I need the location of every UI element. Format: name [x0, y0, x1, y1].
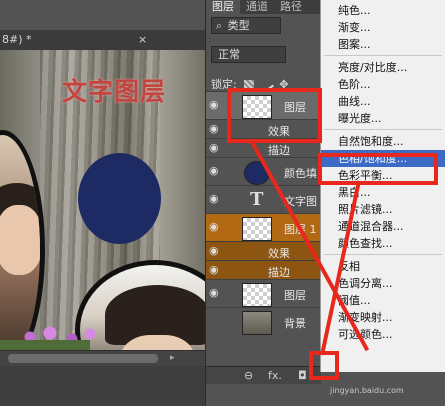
scroll-right-arrow-icon[interactable]: ▸: [170, 353, 180, 363]
menu-item[interactable]: 纯色...: [321, 2, 445, 19]
layer-row[interactable]: ◉ T 文字图: [206, 185, 321, 213]
layer-thumbnail: [242, 283, 272, 307]
blend-mode-select[interactable]: 正常: [211, 46, 286, 63]
adjustment-layer-menu: 纯色... 渐变... 图案... 亮度/对比度... 色阶... 曲线... 曝光度...…: [320, 0, 445, 372]
stroke-effect-row[interactable]: ◉ 描边: [206, 260, 321, 279]
menu-separator: [324, 55, 442, 56]
effect-name: 效果: [268, 247, 290, 260]
layer-thumbnail: [242, 217, 272, 241]
layer-filter-select[interactable]: ⌕ 类型: [211, 17, 281, 34]
grass: [0, 340, 90, 350]
layer-name: 图层: [284, 289, 306, 302]
menu-item[interactable]: 亮度/对比度...: [321, 59, 445, 76]
layers-panel: 图层 通道 路径 ⌕ 类型 正常 锁定: ✥ ◉ 图层 ◉ 效果 ◉ 描边 ◉ …: [205, 0, 321, 406]
document-tab-title: 8#) *: [2, 33, 32, 46]
effects-row[interactable]: ◉ 效果: [206, 241, 321, 260]
mask-icon[interactable]: ◘: [298, 369, 307, 382]
layers-bottom-bar: ⊖ fx. ◘: [206, 366, 321, 384]
menu-item[interactable]: 通道混合器...: [321, 218, 445, 235]
menu-item[interactable]: 颜色查找...: [321, 235, 445, 252]
annotation-box-menu-item: [318, 153, 438, 185]
panel-tabs: 图层 通道 路径: [206, 0, 320, 14]
menu-item[interactable]: 色阶...: [321, 76, 445, 93]
tab-layers[interactable]: 图层: [206, 0, 240, 14]
blue-fill-circle: [78, 153, 161, 244]
filter-label: 类型: [227, 19, 250, 32]
visibility-eye-icon[interactable]: ◉: [209, 287, 223, 299]
watermark: jingyan.baidu.com: [330, 386, 404, 395]
face: [0, 205, 40, 275]
menu-item[interactable]: 曲线...: [321, 93, 445, 110]
tab-paths[interactable]: 路径: [274, 0, 308, 14]
effect-name: 描边: [268, 266, 290, 279]
visibility-eye-icon[interactable]: ◉: [209, 99, 223, 111]
horizontal-scrollbar[interactable]: ▸: [0, 350, 205, 366]
layer-row[interactable]: ◉ 图层: [206, 279, 321, 307]
background-thumbnail: [242, 311, 272, 335]
close-icon[interactable]: ×: [138, 30, 152, 50]
visibility-eye-icon[interactable]: ◉: [209, 264, 223, 276]
scrollbar-thumb[interactable]: [8, 354, 158, 363]
visibility-eye-icon[interactable]: ◉: [209, 142, 223, 154]
menu-item[interactable]: 渐变...: [321, 19, 445, 36]
visibility-eye-icon[interactable]: ◉: [209, 245, 223, 257]
annotation-box-adjust-button: [309, 351, 339, 380]
menu-item[interactable]: 曝光度...: [321, 110, 445, 127]
canvas-text-layer: 文字图层: [62, 77, 167, 106]
visibility-eye-icon[interactable]: ◉: [209, 221, 223, 233]
fx-icon[interactable]: fx.: [268, 369, 282, 382]
status-bar: [0, 366, 205, 406]
layer-name: 颜色填: [284, 167, 317, 180]
annotation-box-layer: [227, 88, 322, 143]
layer-row[interactable]: 背景: [206, 307, 321, 335]
link-icon[interactable]: ⊖: [244, 369, 253, 382]
visibility-eye-icon[interactable]: ◉: [209, 165, 223, 177]
visibility-eye-icon[interactable]: ◉: [209, 193, 223, 205]
visibility-eye-icon[interactable]: ◉: [209, 123, 223, 135]
menu-item[interactable]: 图案...: [321, 36, 445, 53]
document-canvas[interactable]: 文字图层: [0, 50, 205, 350]
search-icon: ⌕: [216, 19, 223, 32]
blend-mode-label: 正常: [218, 48, 240, 61]
menu-item[interactable]: 照片滤镜...: [321, 201, 445, 218]
menu-separator: [324, 129, 442, 130]
menu-item[interactable]: 自然饱和度...: [321, 133, 445, 150]
tab-channels[interactable]: 通道: [240, 0, 274, 14]
effect-name: 描边: [268, 144, 290, 157]
menu-item[interactable]: 渐变映射...: [321, 309, 445, 326]
document-tab[interactable]: 8#) * ×: [0, 30, 205, 50]
left-circle-photo: [0, 130, 45, 350]
menu-item[interactable]: 可选颜色...: [321, 326, 445, 343]
layer-name: 背景: [284, 317, 306, 330]
menu-item[interactable]: 黑白...: [321, 184, 445, 201]
text-layer-icon: T: [250, 189, 264, 210]
